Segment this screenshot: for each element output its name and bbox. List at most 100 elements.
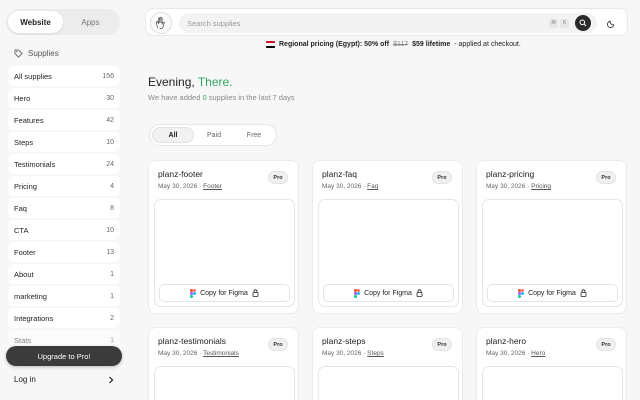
sidebar-item-features[interactable]: Features 42 (8, 110, 120, 130)
card-date: May 30, 2026 (486, 350, 526, 357)
promo-suffix: - applied at checkout. (454, 41, 521, 48)
tab-website[interactable]: Website (8, 11, 63, 33)
pro-badge: Pro (432, 338, 452, 351)
figma-icon (518, 288, 525, 298)
command-key-icon: ⌘ (549, 18, 558, 28)
card-category-link[interactable]: Faq (367, 183, 378, 190)
card-preview[interactable] (318, 366, 459, 400)
card-date: May 30, 2026 (486, 183, 526, 190)
card-title: planz-pricing (486, 169, 535, 179)
greeting-text: Evening, (148, 75, 195, 89)
sidebar-item-label: Footer (14, 247, 36, 257)
sidebar-item-count: 2 (110, 314, 114, 322)
sidebar-item-count: 24 (106, 160, 114, 168)
pro-badge: Pro (268, 338, 288, 351)
figma-icon (190, 288, 197, 298)
search-bar: ⌘K (179, 13, 597, 33)
egypt-flag-icon (266, 41, 275, 48)
card-category-link[interactable]: Footer (203, 183, 222, 190)
sidebar-item-all-supplies[interactable]: All supplies 156 (8, 66, 120, 86)
supply-card[interactable]: planz-footer May 30, 2026 · Footer Pro C… (148, 160, 299, 314)
sidebar-item-testimonials[interactable]: Testimonials 24 (8, 154, 120, 174)
card-title: planz-hero (486, 336, 527, 346)
card-title: planz-faq (322, 169, 357, 179)
card-meta: May 30, 2026 · Hero (486, 350, 546, 357)
subtitle-before: We have added (148, 93, 201, 102)
supply-card[interactable]: planz-hero May 30, 2026 · Hero Pro (476, 327, 627, 400)
copy-for-figma-button[interactable]: Copy for Figma (323, 284, 454, 302)
search-button[interactable] (575, 15, 591, 31)
sidebar-item-label: marketing (14, 291, 47, 301)
sidebar-item-label: Hero (14, 93, 31, 103)
brand-logo[interactable] (150, 12, 172, 34)
sidebar-item-label: Stats (14, 335, 32, 345)
sidebar-item-label: Faq (14, 203, 27, 213)
tag-icon (14, 49, 23, 58)
sidebar-item-label: Testimonials (14, 159, 56, 169)
sidebar-item-pricing[interactable]: Pricing 4 (8, 176, 120, 196)
copy-for-figma-label: Copy for Figma (364, 289, 412, 297)
theme-toggle-button[interactable] (603, 15, 619, 31)
supply-card[interactable]: planz-testimonials May 30, 2026 · Testim… (148, 327, 299, 400)
sidebar-item-integrations[interactable]: Integrations 2 (8, 308, 120, 328)
tab-apps[interactable]: Apps (63, 11, 118, 33)
section-label: Supplies (28, 49, 59, 58)
sidebar-item-count: 10 (106, 226, 114, 234)
chevron-right-icon (109, 376, 114, 383)
supply-card[interactable]: planz-faq May 30, 2026 · Faq Pro Copy fo… (312, 160, 463, 314)
sidebar-item-about[interactable]: About 1 (8, 264, 120, 284)
sidebar: Website Apps Supplies All supplies 156 He… (0, 0, 130, 400)
moon-icon (606, 20, 614, 28)
hand-logo-icon (156, 16, 165, 29)
card-preview[interactable] (482, 366, 623, 400)
card-date: May 30, 2026 (322, 350, 362, 357)
filter-all[interactable]: All (152, 127, 194, 143)
promo-prefix: Regional pricing (Egypt): 50% off (279, 41, 390, 48)
card-date: May 30, 2026 (158, 183, 198, 190)
k-key-icon: K (560, 18, 569, 28)
pro-badge: Pro (432, 171, 452, 184)
pro-badge: Pro (596, 338, 616, 351)
login-link[interactable]: Log in (14, 375, 114, 384)
pro-badge: Pro (596, 171, 616, 184)
supply-card[interactable]: planz-steps May 30, 2026 · Steps Pro (312, 327, 463, 400)
sidebar-item-label: Features (14, 115, 44, 125)
greeting-name: There. (197, 75, 233, 89)
sidebar-item-count: 13 (106, 248, 114, 256)
card-preview[interactable]: Copy for Figma (154, 199, 295, 307)
sidebar-item-count: 1 (110, 270, 114, 278)
upgrade-button[interactable]: Upgrade to Pro! (6, 346, 122, 366)
filter-free[interactable]: Free (234, 127, 274, 143)
card-category-link[interactable]: Pricing (531, 183, 551, 190)
sidebar-item-footer[interactable]: Footer 13 (8, 242, 120, 262)
sidebar-item-label: About (14, 269, 34, 279)
price-filter: All Paid Free (149, 124, 277, 146)
card-preview[interactable] (154, 366, 295, 400)
supply-card[interactable]: planz-pricing May 30, 2026 · Pricing Pro… (476, 160, 627, 314)
sidebar-item-steps[interactable]: Steps 10 (8, 132, 120, 152)
search-icon (579, 19, 587, 27)
pro-badge: Pro (268, 171, 288, 184)
sidebar-item-count: 10 (106, 138, 114, 146)
sidebar-item-count: 1 (110, 336, 114, 344)
recent-supplies-note: We have added 0 supplies in the last 7 d… (148, 93, 295, 102)
card-category-link[interactable]: Hero (531, 350, 545, 357)
search-input[interactable] (187, 18, 549, 28)
filter-paid[interactable]: Paid (194, 127, 234, 143)
sidebar-item-faq[interactable]: Faq 8 (8, 198, 120, 218)
card-title: planz-steps (322, 336, 366, 346)
sidebar-item-count: 1 (110, 292, 114, 300)
copy-for-figma-button[interactable]: Copy for Figma (159, 284, 290, 302)
copy-for-figma-button[interactable]: Copy for Figma (487, 284, 618, 302)
card-category-link[interactable]: Steps (367, 350, 384, 357)
lock-icon (416, 289, 423, 297)
sidebar-item-label: All supplies (14, 71, 52, 81)
sidebar-item-count: 4 (110, 182, 114, 190)
card-category-link[interactable]: Testimonials (203, 350, 239, 357)
sidebar-item-hero[interactable]: Hero 30 (8, 88, 120, 108)
card-preview[interactable]: Copy for Figma (318, 199, 459, 307)
sidebar-item-marketing[interactable]: marketing 1 (8, 286, 120, 306)
sidebar-item-cta[interactable]: CTA 10 (8, 220, 120, 240)
sidebar-item-count: 30 (106, 94, 114, 102)
card-preview[interactable]: Copy for Figma (482, 199, 623, 307)
